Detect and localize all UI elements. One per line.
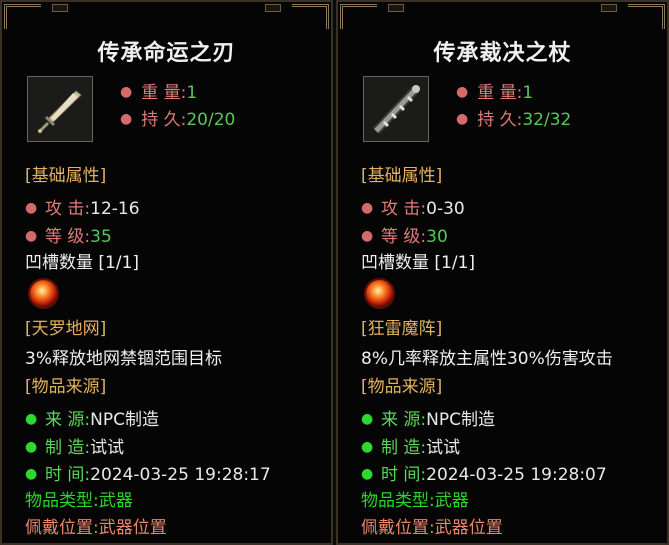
wear-slot-label: 佩戴位置:	[361, 518, 435, 538]
time-row: ● 时 间:2024-03-25 19:28:07	[361, 464, 607, 486]
skill-name: [天罗地网]	[25, 319, 107, 339]
durability-label: 持 久:	[141, 110, 187, 130]
time-value: 2024-03-25 19:28:07	[426, 465, 607, 485]
corner-ornament	[265, 4, 281, 12]
maker-label: 制 造:	[381, 438, 427, 458]
weight-label: 重 量:	[141, 83, 187, 103]
attack-label: 攻 击:	[381, 199, 427, 219]
maker-value: 试试	[90, 438, 125, 458]
weight-row: ● 重 量:1	[456, 82, 533, 103]
source-row: ● 来 源:NPC制造	[361, 409, 495, 431]
corner-ornament	[628, 4, 665, 29]
bullet-icon: ●	[25, 411, 38, 427]
weight-row: ● 重 量:1	[120, 82, 197, 103]
level-value: 30	[426, 227, 448, 247]
source-title: [物品来源]	[25, 377, 107, 397]
attack-value: 0-30	[426, 199, 465, 219]
level-label: 等 级:	[45, 227, 91, 247]
maker-row: ● 制 造:试试	[25, 437, 124, 459]
maker-value: 试试	[426, 438, 461, 458]
time-label: 时 间:	[381, 465, 427, 485]
bullet-icon: ●	[25, 200, 38, 216]
item-type-value: 武器	[434, 491, 469, 511]
source-value: NPC制造	[426, 410, 495, 430]
durability-value: 32/32	[522, 110, 572, 130]
gem-icon	[28, 278, 59, 309]
level-row: ● 等 级:35	[25, 226, 112, 248]
attack-value: 12-16	[90, 199, 140, 219]
weight-label: 重 量:	[477, 83, 523, 103]
bullet-icon: ●	[361, 466, 374, 482]
bullet-icon: ●	[361, 411, 374, 427]
item-icon-slot[interactable]	[27, 76, 93, 142]
bullet-icon: ●	[25, 466, 38, 482]
skill-description: 8%几率释放主属性30%伤害攻击	[361, 349, 613, 369]
item-type-value: 武器	[98, 491, 133, 511]
weight-value: 1	[186, 83, 198, 103]
slot-count: 凹槽数量 [1/1]	[361, 253, 476, 273]
durability-row: ● 持 久:20/20	[120, 109, 235, 130]
durability-value: 20/20	[186, 110, 236, 130]
item-name: 传承裁决之杖	[433, 40, 572, 66]
attack-label: 攻 击:	[45, 199, 91, 219]
durability-label: 持 久:	[477, 110, 523, 130]
source-title: [物品来源]	[361, 377, 443, 397]
item-tooltip-left: 传承命运之刃 ● 重 量:1 ● 持 久:20/20 [基础属性] ● 攻 击:12-…	[0, 0, 333, 545]
item-type-row: 物品类型:武器	[25, 491, 133, 512]
time-value: 2024-03-25 19:28:17	[90, 465, 271, 485]
sword-icon	[28, 77, 92, 141]
source-row: ● 来 源:NPC制造	[25, 409, 159, 431]
time-row: ● 时 间:2024-03-25 19:28:17	[25, 464, 271, 486]
level-value: 35	[90, 227, 112, 247]
gem-socket[interactable]	[27, 277, 60, 310]
bullet-icon: ●	[120, 111, 133, 127]
base-attributes-title: [基础属性]	[25, 166, 107, 186]
bullet-icon: ●	[25, 439, 38, 455]
corner-ornament	[601, 4, 617, 12]
attack-row: ● 攻 击:0-30	[361, 198, 465, 220]
item-type-label: 物品类型:	[361, 491, 435, 511]
wear-slot-value: 武器位置	[434, 518, 503, 538]
skill-description: 3%释放地网禁锢范围目标	[25, 349, 222, 369]
bullet-icon: ●	[456, 84, 469, 100]
corner-ornament	[52, 4, 68, 12]
item-icon-slot[interactable]	[363, 76, 429, 142]
staff-icon	[364, 77, 428, 141]
wear-slot-label: 佩戴位置:	[25, 518, 99, 538]
bullet-icon: ●	[361, 200, 374, 216]
corner-ornament	[4, 4, 41, 29]
skill-name: [狂雷魔阵]	[361, 319, 443, 339]
time-label: 时 间:	[45, 465, 91, 485]
level-label: 等 级:	[381, 227, 427, 247]
gem-icon	[364, 278, 395, 309]
wear-slot-value: 武器位置	[98, 518, 167, 538]
bullet-icon: ●	[361, 439, 374, 455]
item-type-label: 物品类型:	[25, 491, 99, 511]
maker-label: 制 造:	[45, 438, 91, 458]
bullet-icon: ●	[361, 228, 374, 244]
corner-ornament	[388, 4, 404, 12]
source-label: 来 源:	[381, 410, 427, 430]
wear-slot-row: 佩戴位置:武器位置	[25, 518, 167, 539]
attack-row: ● 攻 击:12-16	[25, 198, 140, 220]
durability-row: ● 持 久:32/32	[456, 109, 571, 130]
corner-ornament	[292, 4, 329, 29]
corner-ornament	[340, 4, 377, 29]
bullet-icon: ●	[25, 228, 38, 244]
item-type-row: 物品类型:武器	[361, 491, 469, 512]
bullet-icon: ●	[456, 111, 469, 127]
level-row: ● 等 级:30	[361, 226, 448, 248]
source-label: 来 源:	[45, 410, 91, 430]
maker-row: ● 制 造:试试	[361, 437, 460, 459]
slot-count: 凹槽数量 [1/1]	[25, 253, 140, 273]
weight-value: 1	[522, 83, 534, 103]
base-attributes-title: [基础属性]	[361, 166, 443, 186]
item-tooltip-right: 传承裁决之杖 ● 重 量:1 ● 持 久:32/32 [基础属性] ● 攻 击:0-3…	[336, 0, 669, 545]
gem-socket[interactable]	[363, 277, 396, 310]
wear-slot-row: 佩戴位置:武器位置	[361, 518, 503, 539]
source-value: NPC制造	[90, 410, 159, 430]
item-name: 传承命运之刃	[97, 40, 236, 66]
bullet-icon: ●	[120, 84, 133, 100]
